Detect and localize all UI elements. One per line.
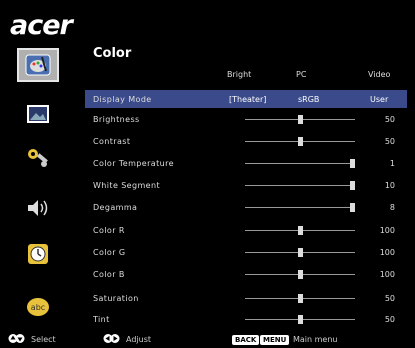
setting-value: 1 [389,159,395,168]
sidebar-item-timer[interactable] [17,237,59,271]
slider-track[interactable] [245,207,355,208]
setting-row[interactable]: Color B 100 [85,265,407,283]
setting-row[interactable]: Saturation 50 [85,289,407,307]
menu-key[interactable]: MENU [260,335,290,345]
slider-track[interactable] [245,163,355,164]
setting-row[interactable]: Brightness 50 [85,110,407,128]
up-down-arrows-icon [8,334,25,343]
setting-value: 8 [389,203,395,212]
slider-thumb[interactable] [350,181,355,190]
slider-track[interactable] [245,185,355,186]
column-video: Video [368,70,391,79]
setting-label: Color B [93,270,125,279]
column-pc: PC [296,70,307,79]
footer-hint-bar: Select Adjust BACK MENU Main menu [0,330,415,348]
setting-row[interactable]: Color G 100 [85,243,407,261]
setting-value: 100 [379,248,395,257]
column-bright: Bright [227,70,252,79]
slider-thumb[interactable] [297,315,303,324]
setting-row[interactable]: Degamma 8 [85,198,407,216]
sidebar-item-image[interactable] [17,97,59,131]
setting-row[interactable]: Tint 50 [85,310,407,328]
slider-thumb[interactable] [297,226,303,235]
sidebar-item-audio[interactable] [17,191,59,225]
slider-thumb[interactable] [297,115,303,124]
setting-label: Brightness [93,115,140,124]
setting-label: Color R [93,226,125,235]
setting-row[interactable]: Color Temperature 1 [85,154,407,172]
setting-value: 100 [379,226,395,235]
display-mode-label: Display Mode [93,95,152,104]
page-title: Color [93,46,132,61]
back-key[interactable]: BACK [232,335,260,345]
language-icon: abc [27,298,49,316]
display-mode-option-theater[interactable]: [Theater] [229,95,266,104]
setting-label: White Segment [93,181,161,190]
slider-thumb[interactable] [350,203,355,212]
slider-thumb[interactable] [350,159,355,168]
setting-row[interactable]: Contrast 50 [85,132,407,150]
footer-select-label: Select [31,335,56,344]
svg-text:abc: abc [31,303,45,312]
slider-thumb[interactable] [297,270,303,279]
setting-value: 50 [384,294,395,303]
slider-thumb[interactable] [297,248,303,257]
setting-label: Degamma [93,203,138,212]
setting-label: Color Temperature [93,159,174,168]
sidebar-item-settings[interactable] [17,141,59,175]
setting-value: 10 [384,181,395,190]
slider-thumb[interactable] [297,137,303,146]
setting-value: 50 [384,315,395,324]
image-icon [27,105,49,123]
display-mode-option-user[interactable]: User [370,95,388,104]
audio-icon [28,200,48,216]
display-mode-row[interactable]: Display Mode [Theater] sRGB User [85,90,407,108]
color-icon [25,54,51,76]
setting-label: Tint [93,315,110,324]
display-mode-option-srgb[interactable]: sRGB [298,95,319,104]
setting-value: 50 [384,137,395,146]
left-right-arrows-icon [103,334,120,343]
settings-icon [28,149,48,167]
color-settings-panel: Color Bright PC Video Display Mode [Thea… [75,40,410,328]
sidebar-item-color[interactable] [17,48,59,82]
footer-adjust-label: Adjust [126,335,152,344]
setting-row[interactable]: Color R 100 [85,221,407,239]
setting-label: Saturation [93,294,139,303]
setting-value: 50 [384,115,395,124]
timer-icon [28,244,48,264]
acer-logo: acer [10,10,73,41]
setting-value: 100 [379,270,395,279]
setting-row[interactable]: White Segment 10 [85,176,407,194]
sidebar: abc [8,40,68,325]
footer-main-menu-label: Main menu [293,335,338,344]
slider-thumb[interactable] [297,294,303,303]
setting-label: Color G [93,248,126,257]
sidebar-item-language[interactable]: abc [17,290,59,324]
setting-label: Contrast [93,137,131,146]
